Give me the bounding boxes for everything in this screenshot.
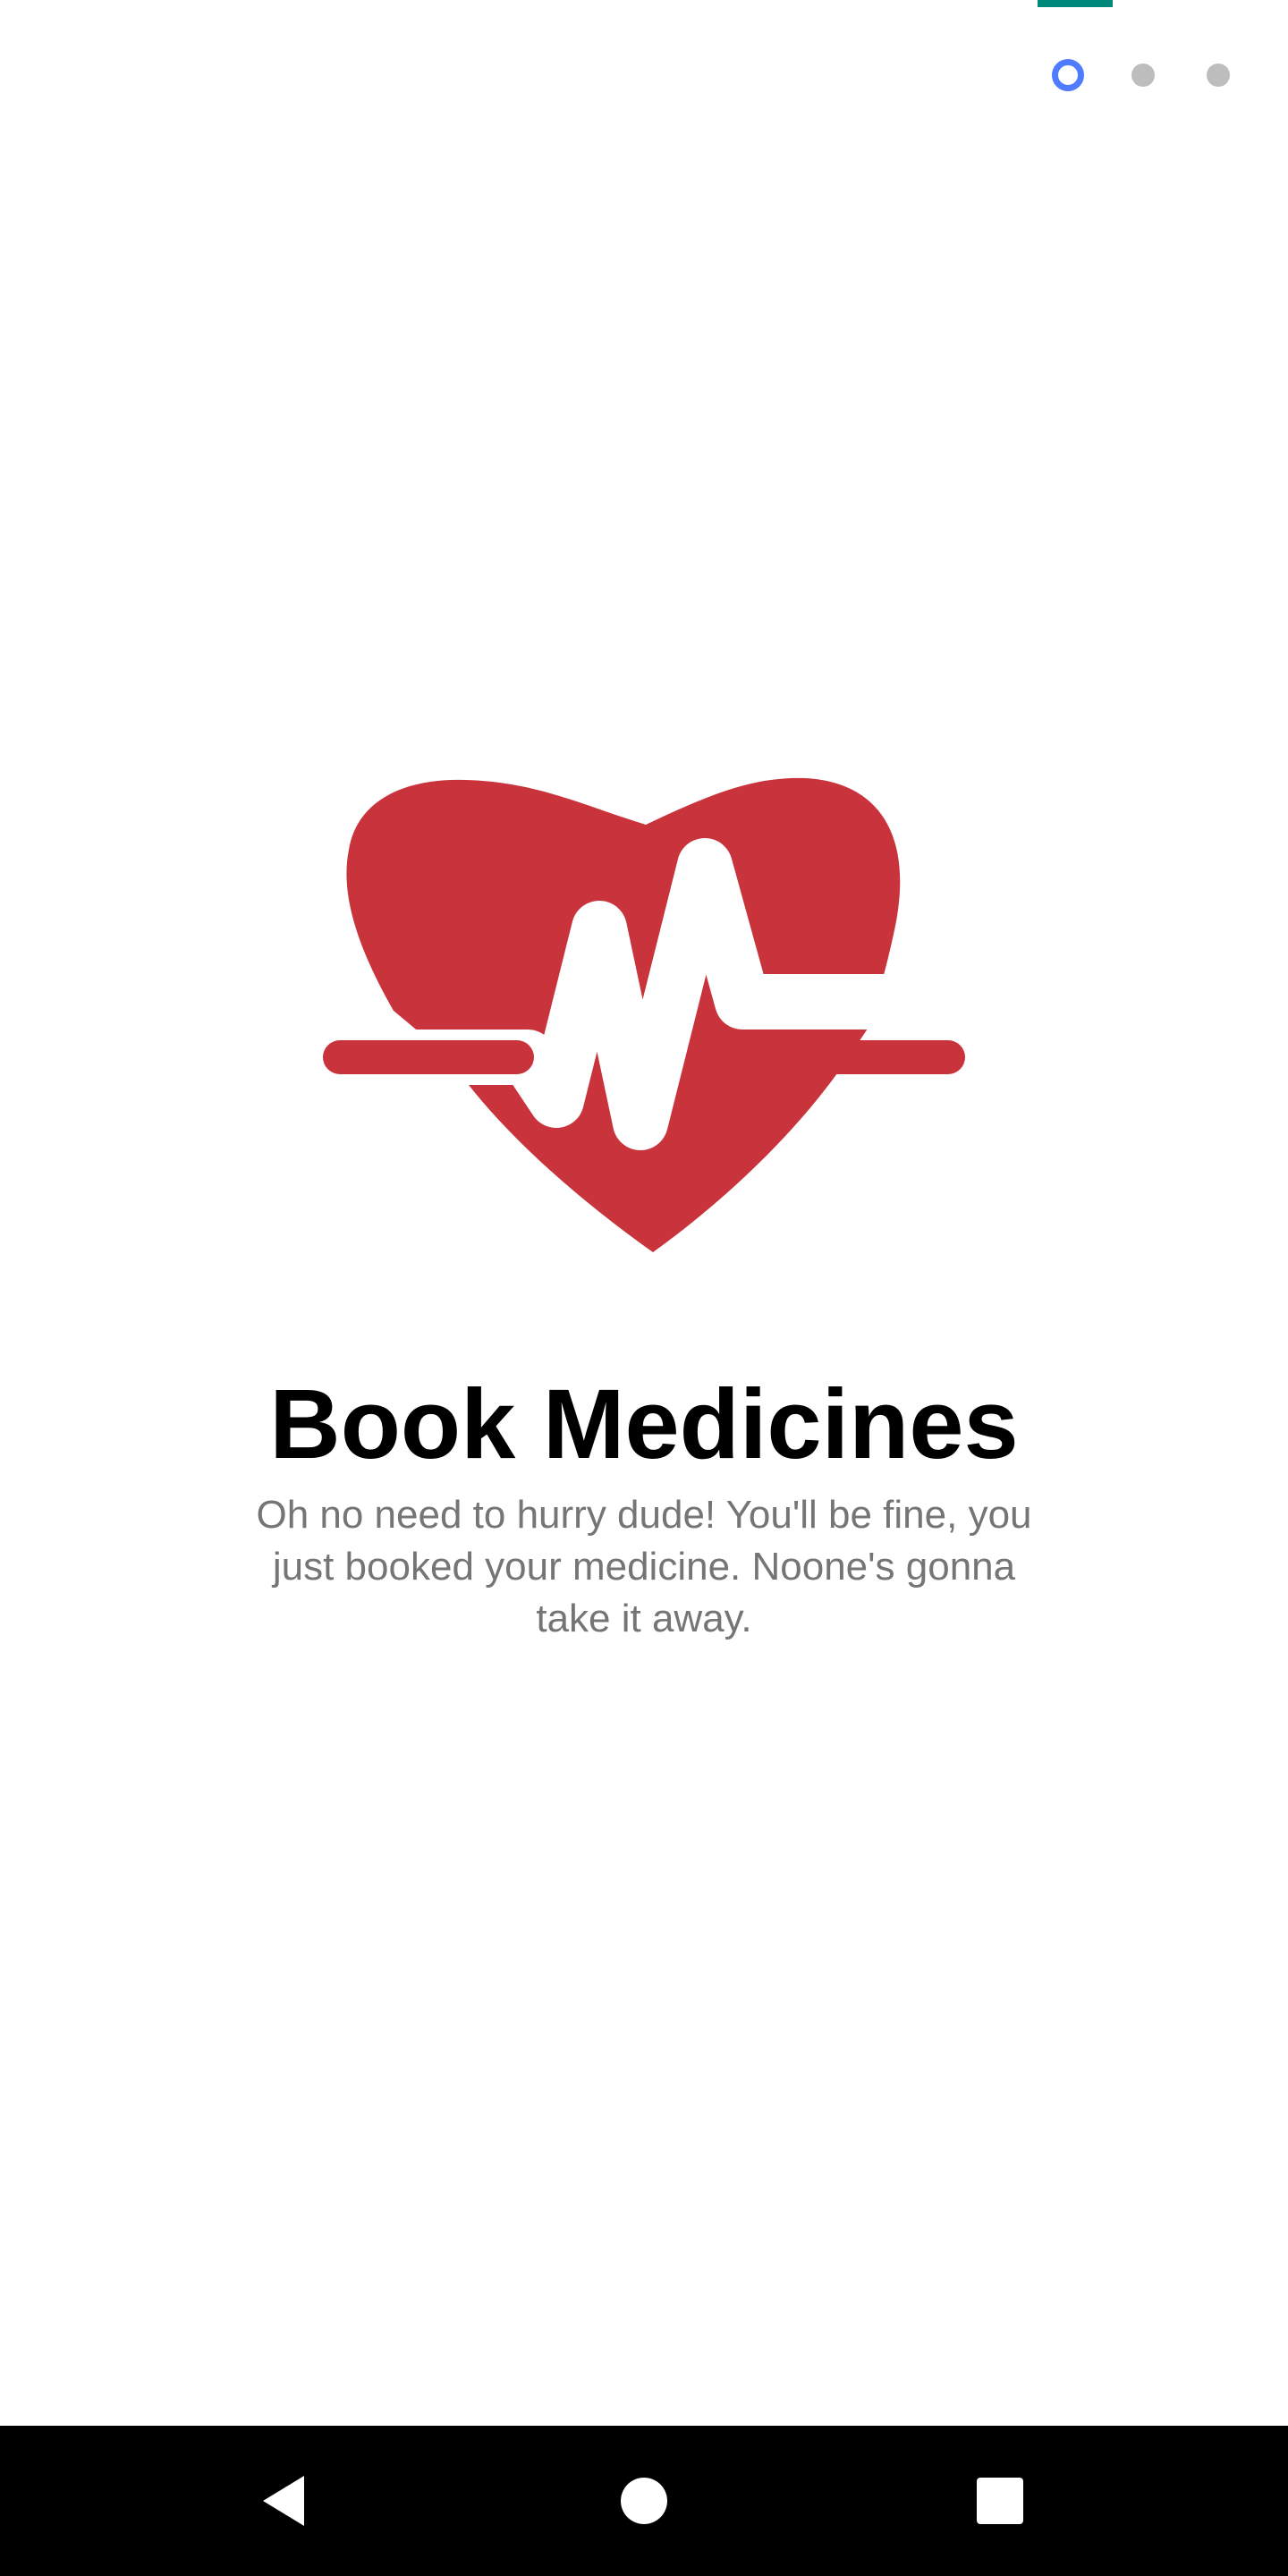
home-circle-icon (621, 2478, 667, 2524)
home-button[interactable] (572, 2426, 716, 2576)
back-triangle-icon (263, 2476, 304, 2526)
tab-indicator (1038, 0, 1113, 7)
recents-button[interactable] (928, 2426, 1072, 2576)
page-dot-3[interactable] (1207, 64, 1230, 87)
heart-pulse-icon (312, 769, 976, 1252)
back-button[interactable] (213, 2426, 356, 2576)
system-navigation-bar (0, 2426, 1288, 2576)
onboarding-description: Oh no need to hurry dude! You'll be fine… (256, 1493, 1032, 1640)
onboarding-screen: Book Medicines Oh no need to hurry dude!… (0, 0, 1288, 2426)
recents-square-icon (977, 2478, 1023, 2524)
onboarding-title: Book Medicines (269, 1369, 1019, 1479)
page-dot-2[interactable] (1131, 64, 1155, 87)
page-dot-1-active[interactable] (1052, 59, 1084, 91)
